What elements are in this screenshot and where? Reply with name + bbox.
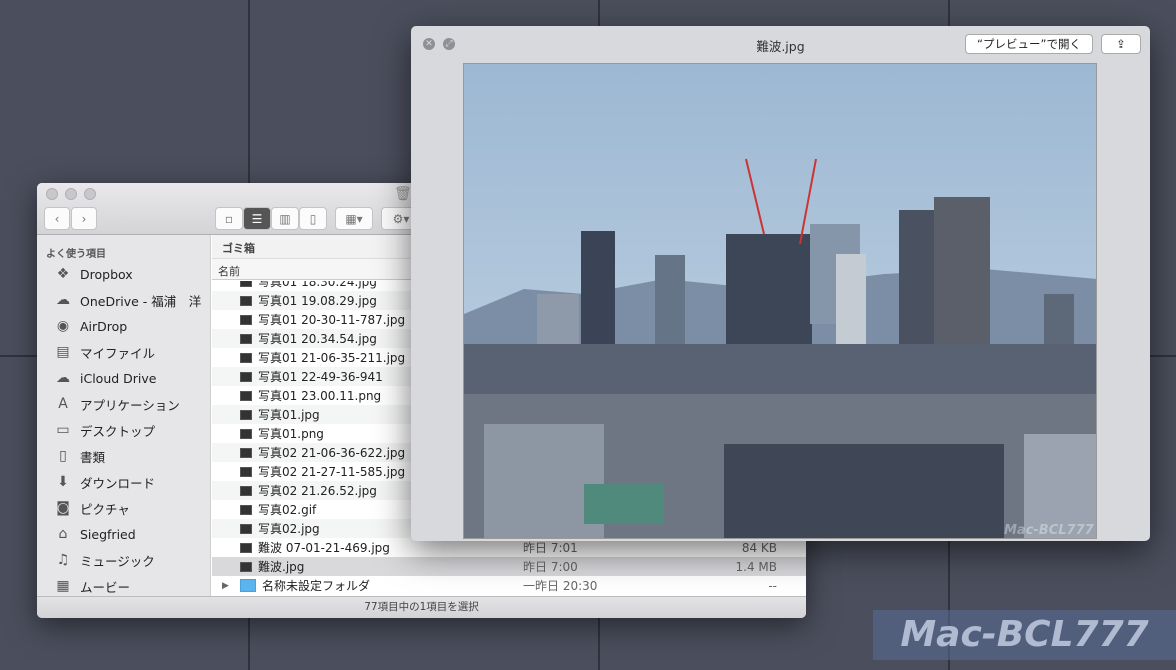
image-file-icon [240, 333, 252, 344]
image-file-icon [240, 561, 252, 572]
sidebar-item[interactable]: ▯ 書類 [53, 445, 105, 467]
file-date: 昨日 7:01 [523, 541, 578, 555]
sidebar-item[interactable]: ◉ AirDrop [53, 315, 127, 337]
open-in-preview-button[interactable]: “プレビュー”で開く [965, 34, 1093, 54]
sidebar-item[interactable]: ♫ ミュージック [53, 549, 155, 571]
sidebar-item-label: 書類 [80, 449, 106, 465]
back-button[interactable]: ‹ [44, 207, 70, 230]
sidebar-item-label: ダウンロード [80, 475, 156, 491]
close-button[interactable] [46, 188, 58, 200]
downloads-icon: ⬇ [57, 474, 69, 490]
cloud-icon: ☁ [56, 292, 70, 308]
sidebar-item-label: デスクトップ [80, 423, 156, 439]
applications-icon: A [58, 396, 68, 412]
image-file-icon [240, 466, 252, 477]
column-view-button[interactable]: ▥ [271, 207, 299, 230]
file-name: 難波 07-01-21-469.jpg [258, 541, 390, 555]
file-row[interactable]: 難波.jpg 昨日 7:00 1.4 MB [212, 557, 806, 576]
file-name: 名称未設定フォルダ [262, 579, 371, 593]
file-date: 一昨日 20:30 [523, 579, 598, 593]
sidebar-item-label: ムービー [80, 579, 131, 595]
home-icon: ⌂ [58, 526, 68, 542]
pictures-icon: ◙ [56, 500, 70, 516]
sidebar-item[interactable]: ❖ Dropbox [53, 263, 133, 285]
icloud-icon: ☁ [56, 370, 70, 386]
trash-icon: 🗑 [394, 186, 412, 202]
sidebar-item[interactable]: ▦ ムービー [53, 575, 130, 597]
image-file-icon [240, 504, 252, 515]
file-size: 1.4 MB [735, 559, 777, 574]
sidebar-header: よく使う項目 [46, 249, 106, 260]
forward-button[interactable]: › [71, 207, 97, 230]
sidebar-item-label: OneDrive - 福浦 洋 [80, 293, 202, 309]
sidebar-item[interactable]: ▤ マイファイル [53, 341, 155, 363]
icon-view-button[interactable]: ▫ [215, 207, 243, 230]
watermark: Mac-BCL777 [873, 610, 1176, 660]
photo-preview: Mac-BCL777 [463, 63, 1097, 539]
desktop-icon: ▭ [56, 422, 70, 438]
file-size: -- [768, 578, 777, 593]
folder-icon [240, 579, 256, 592]
dropbox-icon: ❖ [56, 266, 70, 282]
image-file-icon [240, 409, 252, 420]
minimize-button[interactable] [65, 188, 77, 200]
image-file-icon [240, 295, 252, 306]
file-date: 昨日 7:00 [523, 560, 578, 574]
sidebar-item-label: マイファイル [80, 345, 156, 361]
airdrop-icon: ◉ [56, 318, 70, 334]
sidebar-item-label: Dropbox [80, 266, 133, 282]
music-icon: ♫ [56, 552, 70, 568]
quicklook-window: ✕ ⤢ 難波.jpg “プレビュー”で開く ⇪ Mac-BCL777 [411, 26, 1150, 541]
sidebar-item[interactable]: ◙ ピクチャ [53, 497, 130, 519]
sidebar-item[interactable]: ⌂ Siegfried [53, 523, 136, 545]
image-file-icon [240, 390, 252, 401]
share-button[interactable]: ⇪ [1101, 34, 1141, 54]
zoom-button[interactable] [84, 188, 96, 200]
sidebar-item[interactable]: A アプリケーション [53, 393, 180, 415]
files-icon: ▤ [56, 344, 70, 360]
status-bar: 77項目中の1項目を選択 [37, 596, 806, 618]
file-row[interactable]: ▶ 名称未設定フォルダ 一昨日 20:30 -- [212, 576, 806, 595]
sidebar-item-label: Siegfried [80, 526, 136, 542]
sidebar-item-label: ピクチャ [80, 501, 130, 517]
sidebar-item-label: ミュージック [80, 553, 155, 569]
image-file-icon [240, 352, 252, 363]
sidebar: よく使う項目 ❖ Dropbox ☁ OneDrive - 福浦 洋 ◉ AirDrop ▤… [37, 235, 211, 596]
image-file-icon [240, 281, 252, 287]
sidebar-item-label: アプリケーション [80, 397, 180, 413]
coverflow-view-button[interactable]: ▯ [299, 207, 327, 230]
arrange-button[interactable]: ▦▾ [335, 207, 373, 230]
image-file-icon [240, 542, 252, 553]
movies-icon: ▦ [56, 578, 70, 594]
sidebar-item[interactable]: ⬇ ダウンロード [53, 471, 155, 493]
sidebar-item-label: AirDrop [80, 318, 128, 334]
sidebar-item[interactable]: ▭ デスクトップ [53, 419, 155, 441]
image-file-icon [240, 428, 252, 439]
documents-icon: ▯ [59, 448, 67, 464]
disclosure-triangle-icon[interactable]: ▶ [222, 581, 229, 591]
file-size: 84 KB [741, 540, 777, 555]
image-file-icon [240, 314, 252, 325]
file-name: 難波.jpg [258, 560, 305, 574]
sidebar-item[interactable]: ☁ OneDrive - 福浦 洋 [53, 289, 201, 311]
list-view-button[interactable]: ☰ [243, 207, 271, 230]
image-file-icon [240, 447, 252, 458]
image-file-icon [240, 371, 252, 382]
image-file-icon [240, 523, 252, 534]
photo-watermark: Mac-BCL777 [1004, 523, 1095, 538]
share-icon: ⇪ [1116, 37, 1126, 51]
sidebar-item-label: iCloud Drive [80, 370, 157, 386]
sidebar-item[interactable]: ☁ iCloud Drive [53, 367, 156, 389]
image-file-icon [240, 485, 252, 496]
